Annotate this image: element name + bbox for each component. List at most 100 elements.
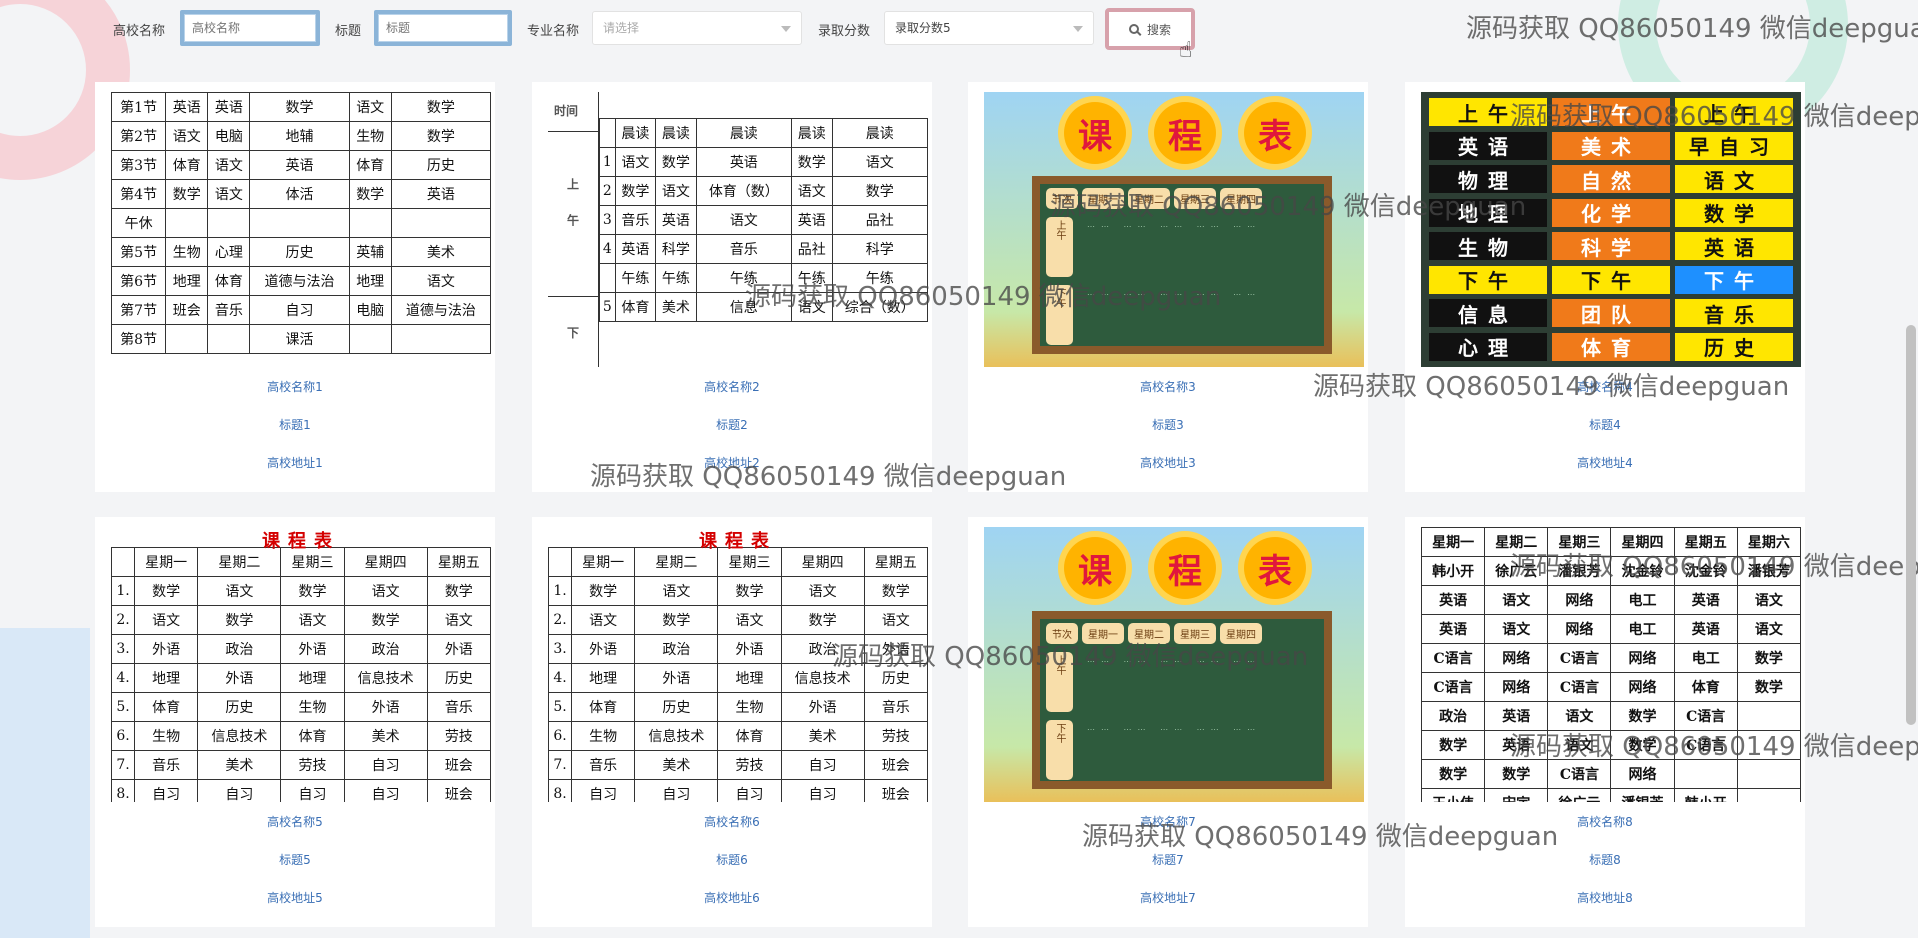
score-select-value: 录取分数5 bbox=[895, 21, 951, 35]
school-name[interactable]: 高校名称5 bbox=[95, 813, 495, 830]
timetable-cell: 英语 bbox=[1673, 614, 1738, 644]
timetable-row: 星期一 星期二 星期三 星期四 星期五 bbox=[548, 547, 928, 577]
timetable-cell: 美术 bbox=[1552, 131, 1670, 160]
school-address[interactable]: 高校地址5 bbox=[95, 889, 495, 906]
school-card[interactable]: 第1节 英语 英语 数学 语文 数学 第2节 语文 电脑 地辅 生物 数学 第3节 体育 语文 英语 体育 历史第… bbox=[95, 82, 495, 492]
timetable-cell: C语言 bbox=[1547, 643, 1612, 673]
school-address[interactable]: 高校地址6 bbox=[532, 889, 932, 906]
timetable-image[interactable]: 课 程 表 节次 星期一 星期二 星期三 星期四 上午 …… …… …… …… …… bbox=[984, 92, 1364, 367]
timetable-cell: 语文 bbox=[1675, 165, 1793, 193]
timetable-row: 星期一 星期二 星期三 星期四 星期五 星期六 bbox=[1421, 527, 1801, 557]
timetable-cell: 7. bbox=[548, 750, 573, 780]
major-select[interactable]: 请选择 bbox=[592, 11, 802, 45]
board-title-char: 表 bbox=[1244, 102, 1306, 164]
card-title[interactable]: 标题3 bbox=[968, 416, 1368, 433]
school-card[interactable]: 课程表 星期一 星期二 星期三 星期四 星期五 1. 数学 语文 数学 语文 数学 2. 语文 数学 语文数… bbox=[532, 517, 932, 927]
timetable-cell: 班会 bbox=[426, 750, 491, 780]
timetable-image[interactable]: 时间 上午 下 晨读 晨读 晨读 晨读 晨读 1 语文 数学 英语 数学 语文 2 数学 语文 体育（数）语… bbox=[548, 92, 928, 367]
timetable-cell: 外语 bbox=[426, 634, 491, 664]
timetable-cell: 体育 bbox=[280, 721, 345, 751]
timetable-cell: 下午 bbox=[1675, 265, 1793, 294]
timetable-cell: 政治 bbox=[1421, 701, 1486, 731]
school-card[interactable]: 星期一 星期二 星期三 星期四 星期五 星期六 韩小开 徐广云 潘银芳 沈金铃 沈金铃 潘银芳 英语 语文… bbox=[1405, 517, 1805, 927]
card-title[interactable]: 标题5 bbox=[95, 851, 495, 868]
school-card[interactable]: 上午 上午 上午 英语 美术 早自习 物理 自然 语文 地理 化学 数学 生物 科学 英语 下午 下午 下午 信息团… bbox=[1405, 82, 1805, 492]
card-title[interactable]: 标题4 bbox=[1405, 416, 1805, 433]
timetable-cell: 6. bbox=[548, 721, 573, 751]
card-title[interactable]: 标题2 bbox=[532, 416, 932, 433]
board-day: 节次 bbox=[1046, 188, 1078, 209]
timetable-row: 第2节 语文 电脑 地辅 生物 数学 bbox=[111, 121, 491, 151]
timetable-cell: 品社 bbox=[831, 205, 928, 235]
timetable-cell: 语文 bbox=[348, 92, 392, 122]
timetable-image[interactable]: 第1节 英语 英语 数学 语文 数学 第2节 语文 电脑 地辅 生物 数学 第3节 体育 语文 英语 体育 历史第… bbox=[111, 92, 491, 367]
timetable-cell: 体育 bbox=[207, 266, 251, 296]
card-title[interactable]: 标题1 bbox=[95, 416, 495, 433]
timetable-cell: 星期一 bbox=[1421, 527, 1486, 557]
timetable-cell: 语文 bbox=[1547, 701, 1612, 731]
timetable-image[interactable]: 星期一 星期二 星期三 星期四 星期五 星期六 韩小开 徐广云 潘银芳 沈金铃 沈金铃 潘银芳 英语 语文… bbox=[1421, 527, 1801, 802]
timetable-row: 英语 语文 网络 电工 英语 语文 bbox=[1421, 614, 1801, 644]
card-title[interactable]: 标题7 bbox=[968, 851, 1368, 868]
timetable-row: 8. 自习 自习 自习 自习 班会 bbox=[111, 779, 491, 802]
card-title[interactable]: 标题8 bbox=[1405, 851, 1805, 868]
timetable-cell: 英辅 bbox=[348, 237, 392, 267]
school-address[interactable]: 高校地址3 bbox=[968, 454, 1368, 471]
timetable-cell: 2. bbox=[111, 605, 136, 635]
board-day: 星期一 bbox=[1082, 623, 1124, 644]
school-name-input[interactable] bbox=[180, 10, 320, 46]
timetable-cell bbox=[348, 208, 392, 238]
timetable-cell: C语言 bbox=[1673, 730, 1738, 760]
school-address[interactable]: 高校地址4 bbox=[1405, 454, 1805, 471]
timetable-image[interactable]: 课程表 星期一 星期二 星期三 星期四 星期五 1. 数学 语文 数学 语文 数学 2. 语文 数学 语文数… bbox=[111, 527, 491, 802]
timetable-image[interactable]: 课 程 表 节次 星期一 星期二 星期三 星期四 上午 …… …… …… …… …… bbox=[984, 527, 1364, 802]
card-title[interactable]: 标题6 bbox=[532, 851, 932, 868]
timetable-row: 2. 语文 数学 语文 数学 语文 bbox=[548, 605, 928, 635]
timetable-cell: 英语 bbox=[614, 234, 657, 264]
timetable-cell: 体育（数） bbox=[695, 176, 793, 206]
school-address[interactable]: 高校地址8 bbox=[1405, 889, 1805, 906]
timetable-cell: 电脑 bbox=[348, 295, 392, 325]
school-name[interactable]: 高校名称4 bbox=[1405, 378, 1805, 395]
timetable-cell: 英语 bbox=[390, 179, 491, 209]
timetable-image[interactable]: 课程表 星期一 星期二 星期三 星期四 星期五 1. 数学 语文 数学 语文 数学 2. 语文 数学 语文数… bbox=[548, 527, 928, 802]
school-name[interactable]: 高校名称2 bbox=[532, 378, 932, 395]
timetable-cell: 星期三 bbox=[1547, 527, 1612, 557]
school-name[interactable]: 高校名称7 bbox=[968, 813, 1368, 830]
timetable-cell: 2 bbox=[599, 176, 616, 206]
school-card[interactable]: 时间 上午 下 晨读 晨读 晨读 晨读 晨读 1 语文 数学 英语 数学 语文 2 数学 语文 体育（数）语… bbox=[532, 82, 932, 492]
timetable-cell: 道德与法治 bbox=[390, 295, 491, 325]
timetable-cell: 自习 bbox=[249, 295, 350, 325]
school-name[interactable]: 高校名称8 bbox=[1405, 813, 1805, 830]
school-name[interactable]: 高校名称6 bbox=[532, 813, 932, 830]
timetable-cell: 数学 bbox=[1421, 759, 1486, 789]
timetable-row: 第1节 英语 英语 数学 语文 数学 bbox=[111, 92, 491, 122]
school-card[interactable]: 课 程 表 节次 星期一 星期二 星期三 星期四 上午 …… …… …… …… …… bbox=[968, 517, 1368, 927]
timetable-cell: 数学 bbox=[348, 179, 392, 209]
school-card[interactable]: 课程表 星期一 星期二 星期三 星期四 星期五 1. 数学 语文 数学 语文 数学 2. 语文 数学 语文数… bbox=[95, 517, 495, 927]
score-select[interactable]: 录取分数5 bbox=[884, 11, 1094, 45]
school-name[interactable]: 高校名称3 bbox=[968, 378, 1368, 395]
school-address[interactable]: 高校地址7 bbox=[968, 889, 1368, 906]
school-name-label: 高校名称 bbox=[113, 24, 166, 39]
timetable-cell: 物理 bbox=[1429, 165, 1547, 193]
school-address[interactable]: 高校地址1 bbox=[95, 454, 495, 471]
timetable-cell: 英语 bbox=[1421, 585, 1486, 615]
timetable-cell: 语文 bbox=[695, 205, 793, 235]
timetable-cell: 英语 bbox=[1484, 701, 1549, 731]
timetable-cell: 晨读 bbox=[614, 118, 657, 148]
timetable-image[interactable]: 上午 上午 上午 英语 美术 早自习 物理 自然 语文 地理 化学 数学 生物 科学 英语 下午 下午 下午 信息团… bbox=[1421, 92, 1801, 367]
school-name[interactable]: 高校名称1 bbox=[95, 378, 495, 395]
school-address[interactable]: 高校地址2 bbox=[532, 454, 932, 471]
chevron-down-icon bbox=[781, 26, 791, 32]
timetable-cell: 徐广云 bbox=[1547, 788, 1612, 802]
board-title-char: 课 bbox=[1064, 537, 1126, 599]
title-input[interactable] bbox=[374, 10, 512, 46]
hand-cursor-icon: ☝ bbox=[1179, 38, 1193, 63]
school-card[interactable]: 课 程 表 节次 星期一 星期二 星期三 星期四 上午 …… …… …… …… …… bbox=[968, 82, 1368, 492]
timetable-cell: 班会 bbox=[165, 295, 209, 325]
timetable-cell: 外语 bbox=[343, 692, 428, 722]
timetable-cell: 6. bbox=[111, 721, 136, 751]
timetable-cell: 星期一 bbox=[134, 547, 199, 577]
vertical-scrollbar[interactable] bbox=[1906, 325, 1916, 725]
